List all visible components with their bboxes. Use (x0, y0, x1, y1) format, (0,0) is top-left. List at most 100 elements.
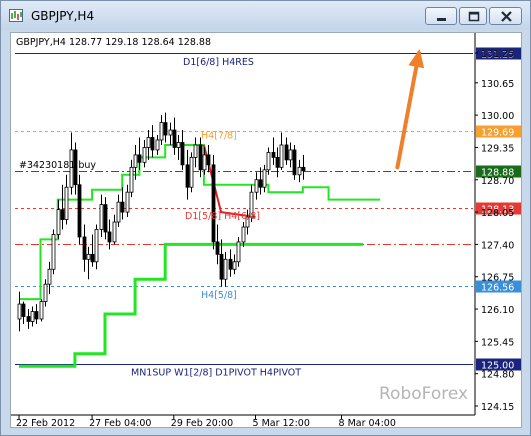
candle-body (26, 316, 31, 322)
maximize-button[interactable] (459, 7, 487, 25)
time-tick-label: 8 Mar 04:00 (339, 418, 396, 427)
candle-body (168, 129, 173, 136)
candle-body (82, 236, 87, 260)
candle-body (129, 166, 134, 193)
candle-body (297, 166, 302, 176)
time-tick-label: 27 Feb 04:00 (89, 418, 151, 427)
price-tick-label: 124.15 (481, 402, 514, 413)
price-tick-label: 125.45 (481, 337, 514, 348)
symbol-info: GBPJPY,H4 128.77 129.18 128.64 128.88 (16, 37, 211, 48)
candle-body (125, 191, 130, 213)
candle-body (120, 201, 125, 213)
candle-body (90, 253, 95, 263)
candle-body (47, 268, 52, 285)
candle-body (254, 179, 259, 193)
candle-body (34, 311, 39, 320)
level-price-tag-text: 129.69 (481, 128, 514, 139)
candle-body (202, 154, 207, 171)
green-step-line (19, 242, 363, 368)
candle-body (215, 241, 220, 255)
level-label-h4-5-8: H4[5/8] (201, 290, 237, 301)
candle-body (99, 204, 104, 230)
candle-body (60, 209, 65, 220)
candle-body (64, 186, 69, 220)
candle-body (43, 283, 48, 302)
time-tick-label: 5 Mar 12:00 (253, 418, 310, 427)
minimize-button[interactable] (425, 7, 457, 25)
candle-body (279, 144, 284, 168)
price-tick-label: 126.10 (481, 305, 514, 316)
candle-body (116, 201, 121, 223)
price-tick-label: 130.65 (481, 79, 514, 90)
price-tick-label: 126.75 (481, 273, 514, 284)
candle-body (107, 231, 112, 243)
candle-body (137, 154, 142, 163)
candle-body (228, 258, 233, 270)
candle-body (258, 179, 263, 188)
price-tick-label: 130.00 (481, 111, 514, 122)
candle-body (30, 311, 35, 322)
candle-body (223, 258, 228, 280)
time-tick-label: 29 Feb 20:00 (171, 418, 233, 427)
candle-body (150, 137, 155, 151)
candle-body (189, 156, 194, 188)
maximize-icon (468, 11, 480, 22)
level-price-tag-text: 126.56 (481, 283, 514, 294)
price-tick-label: 128.70 (481, 176, 514, 187)
candle-body (176, 142, 181, 148)
candle-body (232, 261, 237, 270)
candle-body (275, 156, 280, 168)
candle-body (77, 184, 82, 238)
candle-body (94, 229, 99, 263)
candle-body (271, 152, 276, 158)
candle-body (206, 154, 211, 166)
candle-body (133, 154, 138, 168)
candle-body (180, 142, 185, 166)
level-label-pivot: MN1SUP W1[2/8] D1PIVOT H4PIVOT (131, 368, 301, 379)
candlestick-chart: 131.25129.69128.88128.13126.56125.00 131… (11, 33, 521, 429)
chart-area[interactable]: 131.25 129.69 128.88 128.13 126.56 125.00 131… (10, 32, 522, 429)
candle-body (39, 301, 44, 320)
price-tick-label: 128.05 (481, 208, 514, 219)
candle-body (159, 122, 164, 141)
candle-body (219, 253, 224, 280)
level-label-d1-5-8: D1[5/8] H4[6/8] (185, 211, 260, 222)
candle-body (185, 164, 190, 188)
candle-body (17, 303, 22, 320)
candle-body (211, 164, 216, 243)
price-tick-label: 124.80 (481, 370, 514, 381)
candle-body (142, 147, 147, 163)
candle-body (284, 144, 289, 161)
candle-body (172, 129, 177, 148)
roboforex-watermark: RoboForex (379, 384, 468, 404)
candle-body (51, 234, 56, 270)
candle-body (292, 149, 297, 176)
candle-body (163, 122, 168, 136)
candle-body (236, 241, 241, 263)
candle-body (198, 144, 203, 171)
candle-body (266, 152, 271, 171)
price-tick-label: 129.35 (481, 143, 514, 154)
candle-body (155, 139, 160, 151)
level-label-d1-h4res: D1[6/8] H4RES (183, 57, 254, 68)
minimize-icon (437, 18, 446, 21)
candle-body (112, 221, 117, 243)
candle-body (301, 166, 306, 172)
candle-body (241, 226, 246, 243)
close-icon (501, 11, 512, 22)
candle-body (262, 169, 267, 188)
title-bar[interactable]: GBPJPY,H4 (1, 1, 530, 30)
chart-window: GBPJPY,H4 131.25 129.69 128.88 128.13 126.56… (0, 0, 531, 436)
candle-body (193, 144, 198, 158)
chart-app-icon (9, 9, 23, 22)
forecast-arrow-shaft (395, 50, 421, 170)
candle-body (21, 303, 26, 317)
close-button[interactable] (489, 7, 522, 25)
level-label-h4-7-8: H4[7/8] (201, 131, 237, 142)
candle-body (86, 253, 91, 260)
price-tick-label: 131.25 (481, 49, 514, 60)
forecast-arrow-icon (408, 49, 425, 69)
candle-body (56, 209, 61, 235)
time-tick-label: 22 Feb 2012 (16, 418, 75, 427)
candle-body (103, 204, 108, 233)
